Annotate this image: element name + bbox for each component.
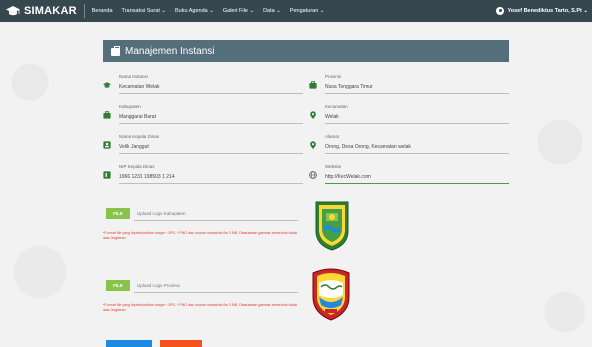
graduation-cap-icon [103, 82, 111, 88]
input-underline [119, 123, 303, 124]
input-kepala-dinas[interactable]: Velik Janggut [119, 144, 149, 150]
input-underline [325, 93, 509, 94]
logo-kabupaten [315, 201, 349, 251]
field-nip: NIP Kepala Dinas 1966 1231 198503 1 214 [103, 164, 303, 188]
field-kabupaten: Kabupaten Manggarai Barat [103, 104, 303, 128]
nav-beranda[interactable]: Beranda [92, 8, 113, 14]
field-website: Website http://KecWelak.com [309, 164, 509, 188]
user-icon [496, 7, 505, 15]
brand[interactable]: SIMAKAR [0, 0, 77, 22]
user-menu[interactable]: Yosef Benediktus Tarto, S.Pt ⌄ [496, 0, 588, 22]
input-kabupaten[interactable]: Manggarai Barat [119, 114, 156, 120]
upload-note-kabupaten: *Format file yang diperbolehkan hanya *.… [103, 231, 298, 240]
page-title: Manajemen Instansi [125, 45, 215, 57]
file-button-provinsi[interactable]: FILE [106, 280, 130, 291]
input-underline-active [325, 183, 509, 185]
label-kabupaten: Kabupaten [119, 104, 141, 109]
user-name: Yosef Benediktus Tarto, S.Pt ⌄ [507, 8, 588, 14]
input-nama-instansi[interactable]: Kecamatan Welak [119, 84, 159, 90]
file-button-kabupaten[interactable]: FILE [106, 208, 130, 219]
id-card-icon [103, 141, 111, 149]
file-path-underline [134, 292, 298, 293]
upload-note-provinsi: *Format file yang diperbolehkan hanya *.… [103, 303, 298, 312]
brand-name: SIMAKAR [24, 5, 77, 17]
briefcase-icon [103, 111, 111, 119]
input-underline [119, 153, 303, 154]
reset-button[interactable] [160, 340, 202, 347]
logo-provinsi [312, 268, 350, 321]
input-alamat[interactable]: Orong, Desa Orong, Kecamatan welak [325, 144, 411, 150]
briefcase-icon [309, 81, 317, 89]
label-website: Website [325, 164, 342, 169]
input-nip[interactable]: 1966 1231 198503 1 214 [119, 174, 175, 180]
nav-data[interactable]: Data ⌄ [263, 8, 281, 14]
input-kecamatan[interactable]: Welak [325, 114, 339, 120]
label-provinsi: Provinsi [325, 74, 342, 79]
label-kecamatan: Kecamatan [325, 104, 348, 109]
input-underline [119, 183, 303, 184]
save-button[interactable] [106, 340, 152, 347]
nav-transaksi-surat[interactable]: Transaksi Surat ⌄ [122, 8, 166, 14]
label-nama-instansi: Nama Instansi [119, 74, 148, 79]
graduation-cap-icon [6, 6, 20, 16]
field-kecamatan: Kecamatan Welak [309, 104, 509, 128]
field-nama-instansi: Nama Instansi Kecamatan Welak [103, 74, 303, 98]
card-header: Manajemen Instansi [103, 40, 509, 62]
nav-divider [83, 4, 85, 18]
file-path-underline [134, 220, 298, 221]
file-path-kabupaten[interactable]: Upload Logo Kabupaten [137, 211, 186, 216]
input-underline [325, 123, 509, 124]
briefcase-icon [111, 46, 120, 56]
label-alamat: Alamat [325, 134, 340, 139]
nav-pengaturan[interactable]: Pengaturan ⌄ [290, 8, 325, 14]
input-website[interactable]: http://KecWelak.com [325, 174, 371, 180]
label-kepala-dinas: Nama Kepala Dinas [119, 134, 160, 139]
globe-icon [309, 171, 317, 179]
field-provinsi: Provinsi Nusa Tenggara Timur [309, 74, 509, 98]
badge-icon [103, 171, 111, 179]
label-nip: NIP Kepala Dinas [119, 164, 155, 169]
map-marker-icon [310, 141, 316, 149]
nav-galeri-file[interactable]: Galeri File ⌄ [223, 8, 254, 14]
input-provinsi[interactable]: Nusa Tenggara Timur [325, 84, 373, 90]
file-path-provinsi[interactable]: Upload Logo Provinsi [137, 283, 180, 288]
field-kepala-dinas: Nama Kepala Dinas Velik Janggut [103, 134, 303, 158]
map-marker-icon [310, 111, 316, 119]
input-underline [325, 153, 509, 154]
top-navbar: SIMAKAR Beranda Transaksi Surat ⌄ Buku A… [0, 0, 592, 22]
input-underline [119, 93, 303, 94]
nav-buku-agenda[interactable]: Buku Agenda ⌄ [175, 8, 214, 14]
field-alamat: Alamat Orong, Desa Orong, Kecamatan wela… [309, 134, 509, 158]
